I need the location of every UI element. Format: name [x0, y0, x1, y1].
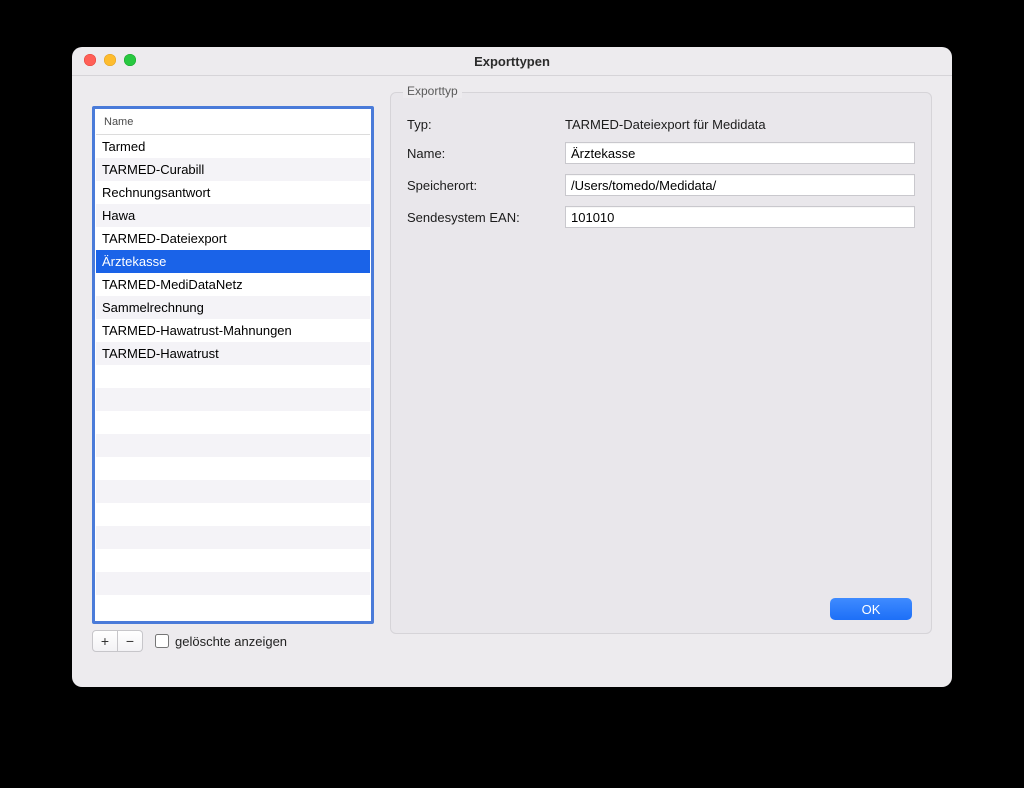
- table-row[interactable]: TARMED-Hawatrust: [96, 342, 370, 365]
- table-row[interactable]: [96, 503, 370, 526]
- table-row[interactable]: [96, 572, 370, 595]
- zoom-icon[interactable]: [124, 54, 136, 66]
- table-row[interactable]: Rechnungsantwort: [96, 181, 370, 204]
- table-row[interactable]: [96, 480, 370, 503]
- label-speicherort: Speicherort:: [407, 178, 557, 193]
- table-row[interactable]: Hawa: [96, 204, 370, 227]
- table-row[interactable]: Sammelrechnung: [96, 296, 370, 319]
- show-deleted-checkbox[interactable]: gelöschte anzeigen: [155, 634, 287, 649]
- table-row[interactable]: TARMED-Hawatrust-Mahnungen: [96, 319, 370, 342]
- label-sendesystem: Sendesystem EAN:: [407, 210, 557, 225]
- table-row[interactable]: TARMED-MediDataNetz: [96, 273, 370, 296]
- groupbox-label: Exporttyp: [403, 84, 462, 98]
- input-sendesystem[interactable]: [565, 206, 915, 228]
- table-row[interactable]: [96, 411, 370, 434]
- table-footer: + − gelöschte anzeigen: [92, 630, 374, 652]
- minus-icon: −: [126, 634, 134, 648]
- label-name: Name:: [407, 146, 557, 161]
- content-area: Name TarmedTARMED-CurabillRechnungsantwo…: [72, 76, 952, 687]
- table-row[interactable]: [96, 549, 370, 572]
- table-row[interactable]: Tarmed: [96, 135, 370, 158]
- show-deleted-label: gelöschte anzeigen: [175, 634, 287, 649]
- value-typ: TARMED-Dateiexport für Medidata: [565, 117, 915, 132]
- remove-button[interactable]: −: [118, 630, 143, 652]
- show-deleted-input[interactable]: [155, 634, 169, 648]
- plus-icon: +: [101, 634, 109, 648]
- left-column: Name TarmedTARMED-CurabillRechnungsantwo…: [92, 92, 374, 652]
- table-row[interactable]: [96, 388, 370, 411]
- table-row[interactable]: [96, 434, 370, 457]
- window-title: Exporttypen: [474, 54, 550, 69]
- table-row[interactable]: [96, 526, 370, 549]
- right-column: Exporttyp Typ: TARMED-Dateiexport für Me…: [390, 92, 932, 634]
- dialog-window: Exporttypen Name TarmedTARMED-CurabillRe…: [72, 47, 952, 687]
- table-body[interactable]: TarmedTARMED-CurabillRechnungsantwortHaw…: [96, 135, 370, 620]
- table-row[interactable]: TARMED-Dateiexport: [96, 227, 370, 250]
- titlebar: Exporttypen: [72, 47, 952, 76]
- table-row[interactable]: [96, 595, 370, 618]
- table-row[interactable]: [96, 365, 370, 388]
- exporttyp-groupbox: Exporttyp Typ: TARMED-Dateiexport für Me…: [390, 92, 932, 634]
- exporttypen-table[interactable]: Name TarmedTARMED-CurabillRechnungsantwo…: [92, 106, 374, 624]
- column-name-header: Name: [104, 116, 133, 128]
- input-name[interactable]: [565, 142, 915, 164]
- table-row[interactable]: [96, 457, 370, 480]
- table-header[interactable]: Name: [96, 110, 370, 135]
- ok-button[interactable]: OK: [830, 598, 912, 620]
- minimize-icon[interactable]: [104, 54, 116, 66]
- close-icon[interactable]: [84, 54, 96, 66]
- detail-form: Typ: TARMED-Dateiexport für Medidata Nam…: [407, 117, 915, 228]
- label-typ: Typ:: [407, 117, 557, 132]
- add-button[interactable]: +: [92, 630, 118, 652]
- input-speicherort[interactable]: [565, 174, 915, 196]
- table-row[interactable]: TARMED-Curabill: [96, 158, 370, 181]
- table-row[interactable]: Ärztekasse: [96, 250, 370, 273]
- window-controls: [84, 54, 136, 66]
